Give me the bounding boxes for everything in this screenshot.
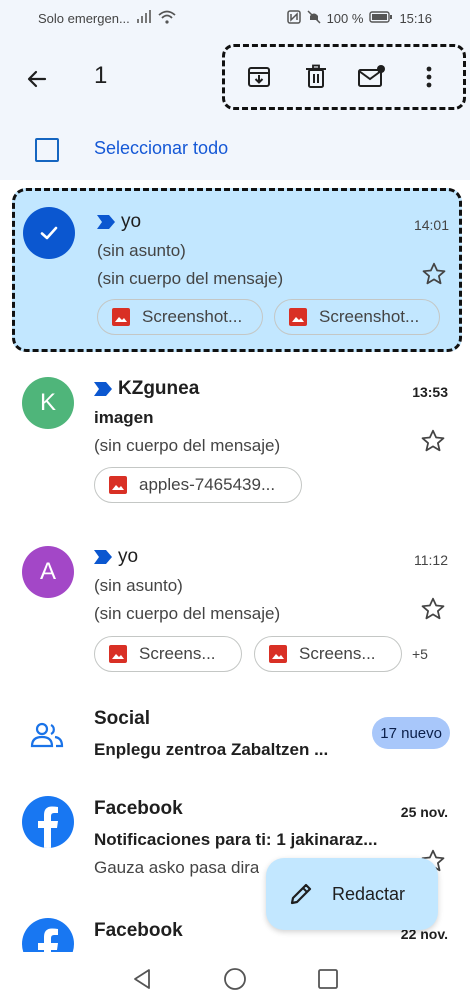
selection-toolbar: 1 Seleccionar todo [0, 36, 470, 180]
facebook-logo-icon [38, 806, 58, 848]
avatar[interactable]: A [22, 546, 74, 598]
more-options-button[interactable] [409, 57, 449, 97]
email-time: 11:12 [414, 552, 448, 568]
email-date: 25 nov. [400, 804, 448, 820]
email-item-selected[interactable]: yo 14:01 (sin asunto) (sin cuerpo del me… [12, 188, 462, 352]
social-title: Social [94, 708, 150, 729]
attachment-chip[interactable]: Screens... [254, 636, 402, 672]
trash-icon [305, 64, 326, 88]
email-time: 14:01 [413, 217, 449, 233]
select-all-label[interactable]: Seleccionar todo [94, 138, 228, 159]
image-attachment-icon [109, 476, 127, 494]
email-subject: (sin asunto) [97, 241, 186, 260]
selected-check-avatar[interactable] [23, 207, 75, 259]
star-icon[interactable] [420, 428, 446, 454]
email-sender: yo [97, 211, 141, 233]
system-nav-bar [0, 952, 470, 1006]
select-all-row[interactable]: Seleccionar todo [0, 132, 470, 172]
email-time: 13:53 [412, 384, 448, 400]
battery-icon [369, 11, 393, 26]
avatar[interactable]: K [22, 377, 74, 429]
star-icon[interactable] [421, 261, 447, 287]
mark-unread-icon [358, 65, 386, 87]
back-button[interactable] [20, 62, 54, 96]
action-buttons-group [222, 44, 466, 110]
email-sender: Facebook [94, 798, 183, 819]
email-subject: (sin asunto) [94, 576, 183, 595]
email-snippet: (sin cuerpo del mensaje) [97, 269, 284, 288]
importance-marker-icon [94, 382, 112, 396]
check-icon [40, 226, 58, 240]
social-snippet: Enplegu zentroa Zabaltzen ... [94, 740, 329, 759]
compose-button[interactable]: Redactar [266, 858, 438, 930]
email-snippet: Gauza asko pasa dira [94, 858, 260, 877]
email-snippet: (sin cuerpo del mensaje) [94, 604, 281, 623]
clock-text: 15:16 [399, 11, 432, 26]
importance-marker-icon [94, 550, 112, 564]
image-attachment-icon [289, 308, 307, 326]
more-vert-icon [426, 66, 432, 88]
mute-icon [307, 10, 321, 27]
email-item[interactable]: A yo 11:12 (sin asunto) (sin cuerpo del … [0, 528, 470, 700]
attachment-chip[interactable]: Screenshot... [97, 299, 263, 335]
image-attachment-icon [269, 645, 287, 663]
email-item[interactable]: K KZgunea 13:53 imagen (sin cuerpo del m… [0, 360, 470, 530]
email-sender: yo [94, 546, 138, 568]
attachment-chip[interactable]: apples-7465439... [94, 467, 302, 503]
delete-button[interactable] [296, 57, 336, 97]
nav-home-icon[interactable] [223, 967, 247, 991]
people-icon [30, 722, 64, 748]
social-category-row[interactable]: Social Enplegu zentroa Zabaltzen ... 17 … [0, 700, 470, 784]
status-right: 100 % 15:16 [286, 10, 432, 27]
attachment-chip[interactable]: Screenshot... [274, 299, 440, 335]
battery-text: 100 % [326, 11, 364, 26]
carrier-text: Solo emergen... [38, 11, 130, 26]
pencil-icon [290, 883, 312, 905]
compose-label: Redactar [332, 883, 406, 904]
facebook-logo-icon [38, 928, 58, 952]
image-attachment-icon [109, 645, 127, 663]
email-subject: imagen [94, 408, 154, 427]
select-all-checkbox[interactable] [35, 138, 59, 162]
wifi-icon [158, 10, 176, 27]
signal-icon [136, 10, 152, 27]
facebook-avatar[interactable] [22, 918, 74, 952]
mark-unread-button[interactable] [352, 57, 392, 97]
selected-count: 1 [94, 62, 108, 89]
nav-recents-icon[interactable] [317, 968, 339, 990]
email-sender: Facebook [94, 920, 183, 941]
status-bar: Solo emergen... 100 % 15:16 [0, 0, 470, 36]
nav-back-icon[interactable] [131, 968, 153, 990]
arrow-back-icon [27, 70, 47, 88]
nfc-icon [286, 10, 301, 27]
more-attachments-count: +5 [412, 646, 428, 662]
new-count-badge: 17 nuevo [372, 717, 450, 749]
star-icon[interactable] [420, 596, 446, 622]
status-left: Solo emergen... [38, 10, 176, 27]
importance-marker-icon [97, 215, 115, 229]
email-sender: KZgunea [94, 378, 199, 400]
email-snippet: (sin cuerpo del mensaje) [94, 436, 281, 455]
attachment-chip[interactable]: Screens... [94, 636, 242, 672]
image-attachment-icon [112, 308, 130, 326]
archive-icon [248, 67, 271, 87]
email-subject: Notificaciones para ti: 1 jakinaraz... [94, 830, 378, 849]
facebook-avatar[interactable] [22, 796, 74, 848]
archive-button[interactable] [239, 57, 279, 97]
